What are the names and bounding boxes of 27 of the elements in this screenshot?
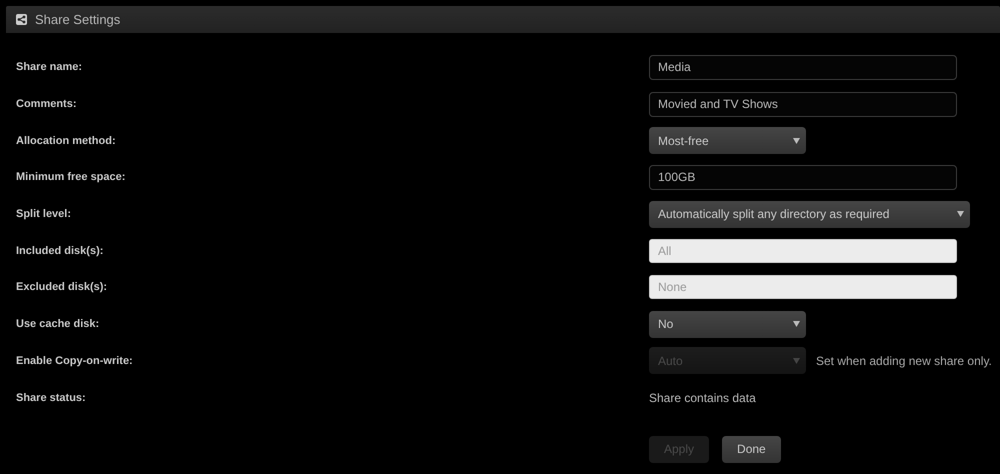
field-label: Use cache disk: (16, 318, 100, 330)
status-text: Share contains data (649, 390, 756, 405)
field-label: Enable Copy-on-write: (16, 354, 134, 367)
field-label: Excluded disk(s): (16, 281, 108, 294)
text-field[interactable]: 100GB (649, 164, 957, 190)
field-label: Split level: (16, 208, 72, 220)
panel-title: Share Settings (35, 12, 120, 27)
text-field[interactable]: Media (649, 54, 957, 80)
field-label: Allocation method: (16, 134, 117, 147)
dropdown[interactable]: Most-free (649, 127, 806, 154)
caret-icon (793, 321, 800, 328)
field-label: Comments: (16, 98, 78, 110)
dropdown[interactable]: Automatically split any directory as required (649, 200, 970, 228)
caret-icon (793, 138, 800, 144)
share-icon (16, 14, 27, 25)
field-label: Included disk(s): (16, 244, 104, 257)
dropdown[interactable]: No (649, 310, 806, 338)
disk-picker-field[interactable]: None (649, 275, 957, 300)
hint-text: Set when adding new share only. (816, 354, 992, 368)
disk-picker-field[interactable]: All (649, 238, 957, 263)
field-label: Share name: (16, 61, 84, 74)
done-button[interactable]: Done (722, 436, 781, 463)
field-label: Minimum free space: (16, 171, 126, 184)
caret-icon (957, 211, 964, 218)
text-field[interactable]: Movied and TV Shows (649, 92, 957, 117)
caret-icon (793, 358, 800, 364)
field-label: Share status: (16, 392, 87, 404)
